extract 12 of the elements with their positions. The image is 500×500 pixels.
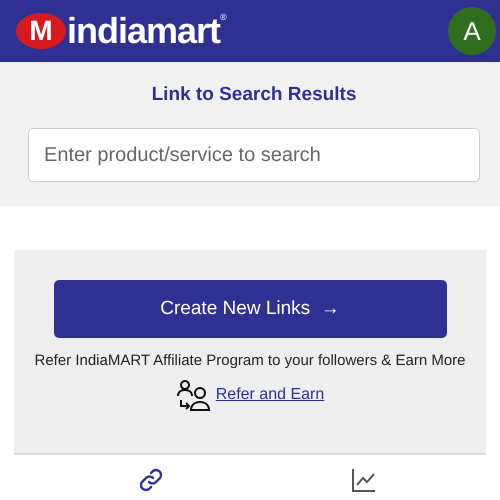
section-title: Link to Search Results bbox=[152, 84, 356, 106]
logo-mark: M bbox=[16, 13, 66, 49]
registered-mark: ® bbox=[220, 12, 227, 22]
promo-text: Refer IndiaMART Affiliate Program to your followers & Earn More bbox=[33, 351, 466, 371]
refer-link[interactable]: Refer and Earn bbox=[216, 386, 324, 404]
logo-text: indiamart bbox=[67, 10, 220, 52]
search-field[interactable]: Enter product/service to search bbox=[28, 128, 480, 182]
link-icon[interactable] bbox=[138, 467, 164, 493]
chart-icon[interactable] bbox=[350, 467, 377, 493]
referral-icon bbox=[176, 379, 210, 411]
create-links-button[interactable]: Create New Links → bbox=[54, 280, 446, 338]
avatar-button[interactable]: A bbox=[448, 7, 496, 55]
